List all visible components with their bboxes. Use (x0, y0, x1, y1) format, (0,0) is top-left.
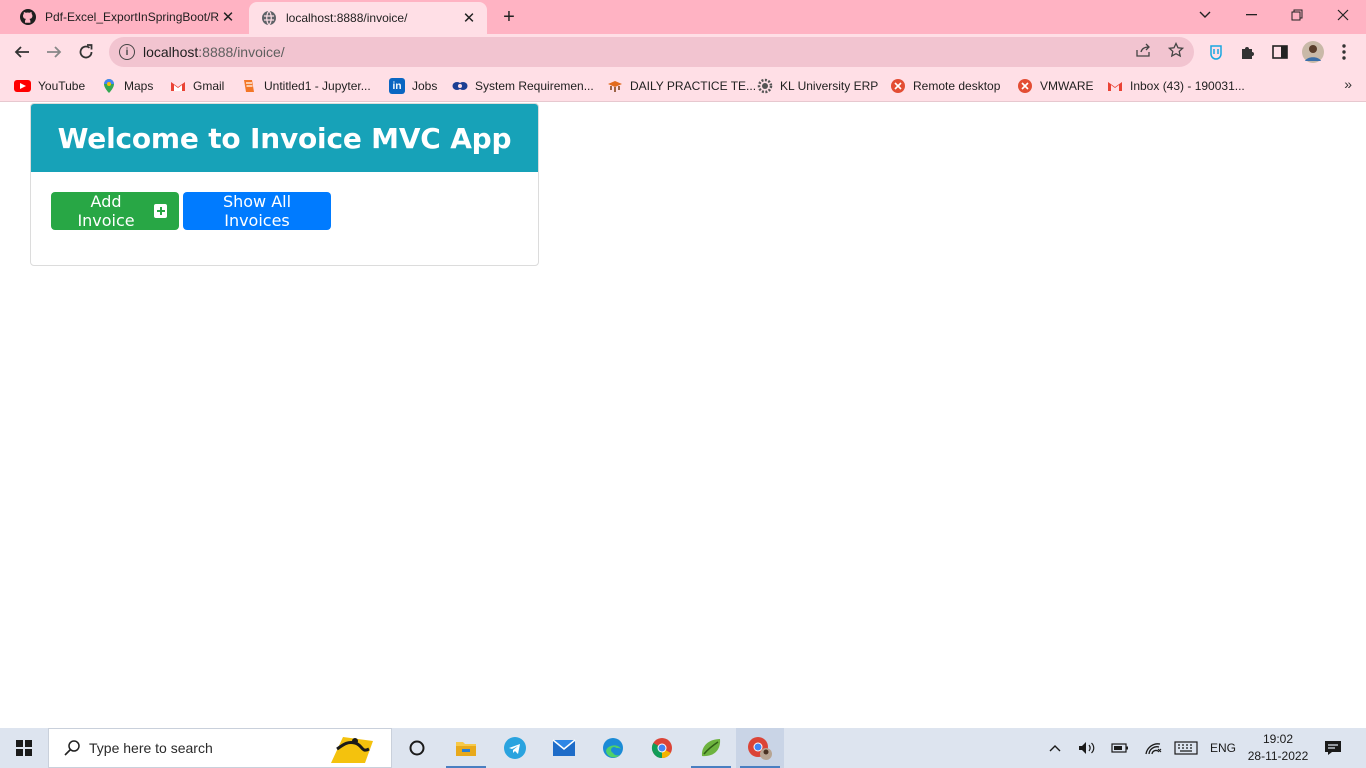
menu-kebab-icon[interactable] (1334, 42, 1354, 62)
spring-leaf-icon (701, 739, 721, 757)
taskbar-search[interactable] (48, 728, 392, 768)
taskbar-telegram[interactable] (491, 728, 539, 768)
bookmark-jobs[interactable]: in Jobs (389, 76, 437, 96)
profile-avatar-icon[interactable] (1301, 40, 1325, 64)
close-tab-icon[interactable]: ✕ (461, 10, 477, 27)
minimize-icon[interactable] (1228, 0, 1274, 30)
add-invoice-button[interactable]: Add Invoice (51, 192, 179, 230)
battery-icon[interactable] (1108, 728, 1132, 768)
mail-icon (552, 739, 576, 756)
touch-keyboard-icon[interactable] (1172, 728, 1200, 768)
page-viewport: Welcome to Invoice MVC App Add Invoice S… (0, 103, 1366, 728)
tab-search-chevron-icon[interactable] (1182, 0, 1228, 30)
gmail-icon (1108, 82, 1122, 91)
browser-tabstrip: Pdf-Excel_ExportInSpringBoot/RE ✕ localh… (0, 0, 1366, 34)
chrome-profile-icon (748, 737, 772, 760)
tray-overflow-chevron-icon[interactable] (1044, 728, 1066, 768)
bookmark-icon (452, 82, 468, 90)
tab-title: localhost:8888/invoice/ (286, 11, 408, 25)
bookmark-youtube[interactable]: YouTube (14, 76, 85, 96)
taskbar-chrome-profile[interactable] (736, 728, 784, 768)
wifi-icon[interactable] (1141, 728, 1165, 768)
window-close-icon[interactable] (1320, 0, 1366, 30)
task-view-icon (409, 740, 425, 756)
address-url: localhost:8888/invoice/ (143, 44, 285, 60)
bookmark-vmware[interactable]: VMWARE (1017, 76, 1094, 96)
share-icon[interactable] (1135, 41, 1153, 59)
remote-icon (1018, 79, 1032, 93)
bookmarks-overflow-icon[interactable]: » (1344, 76, 1352, 92)
search-icon (64, 740, 80, 756)
side-panel-icon[interactable] (1270, 42, 1290, 62)
forward-arrow-icon[interactable] (40, 38, 68, 66)
bookmark-system-requirements[interactable]: System Requiremen... (452, 76, 594, 96)
github-icon (20, 9, 36, 25)
address-bar[interactable]: i localhost:8888/invoice/ (109, 37, 1194, 67)
reload-icon[interactable] (72, 38, 100, 66)
add-invoice-label: Add Invoice (77, 192, 135, 230)
gear-icon (757, 78, 773, 94)
back-arrow-icon[interactable] (8, 38, 36, 66)
volume-icon[interactable] (1075, 728, 1099, 768)
taskbar-search-input[interactable] (89, 740, 309, 756)
linkedin-icon: in (389, 78, 405, 94)
bookmark-inbox[interactable]: Inbox (43) - 190031... (1107, 76, 1245, 96)
bookmark-maps[interactable]: Maps (101, 76, 153, 96)
edge-icon (603, 738, 623, 758)
taskbar-edge[interactable] (589, 728, 637, 768)
browser-toolbar: i localhost:8888/invoice/ (0, 34, 1366, 70)
gmail-icon (171, 82, 185, 91)
bookmark-remote-desktop[interactable]: Remote desktop (890, 76, 1000, 96)
tab-title: Pdf-Excel_ExportInSpringBoot/RE (45, 10, 220, 24)
tab-invoice[interactable]: localhost:8888/invoice/ ✕ (249, 2, 487, 34)
site-info-icon[interactable]: i (119, 44, 135, 60)
telegram-icon (504, 737, 526, 759)
bookmark-kl-erp[interactable]: KL University ERP (757, 76, 878, 96)
folder-icon (456, 742, 476, 756)
jupyter-icon (244, 80, 254, 92)
input-language[interactable]: ENG (1206, 728, 1240, 768)
windows-taskbar: ENG 19:02 28-11-2022 (0, 728, 1366, 768)
bookmarks-bar: YouTube Maps Gmail Untitled1 - Jupyter..… (0, 70, 1366, 102)
taskbar-mail[interactable] (540, 728, 588, 768)
taskbar-file-explorer[interactable] (442, 728, 490, 768)
bookmark-star-icon[interactable] (1167, 41, 1185, 59)
extensions-puzzle-icon[interactable] (1238, 42, 1258, 62)
taskbar-clock[interactable]: 19:02 28-11-2022 (1240, 731, 1316, 765)
card-header: Welcome to Invoice MVC App (31, 104, 538, 172)
clock-time: 19:02 (1262, 732, 1294, 746)
youtube-icon (14, 80, 31, 92)
close-tab-icon[interactable]: ✕ (220, 9, 236, 26)
windows-logo-icon (16, 740, 32, 756)
card-body: Add Invoice Show All Invoices (31, 172, 538, 250)
tab-github[interactable]: Pdf-Excel_ExportInSpringBoot/RE ✕ (8, 0, 246, 34)
restore-icon[interactable] (1274, 0, 1320, 30)
bookmark-gmail[interactable]: Gmail (170, 76, 224, 96)
taskbar-chrome[interactable] (638, 728, 686, 768)
extension-shield-icon[interactable] (1206, 42, 1226, 62)
plus-square-icon (154, 204, 167, 218)
start-button[interactable] (0, 728, 48, 768)
remote-icon (891, 79, 905, 93)
maps-icon (104, 79, 114, 93)
clock-date: 28-11-2022 (1247, 749, 1309, 763)
invoice-card: Welcome to Invoice MVC App Add Invoice S… (30, 103, 539, 266)
globe-icon (262, 10, 276, 26)
bookmark-icon (608, 81, 622, 92)
new-tab-icon[interactable]: + (497, 5, 521, 29)
page-title: Welcome to Invoice MVC App (57, 121, 512, 155)
chrome-icon (651, 738, 672, 759)
bookmark-daily-practice[interactable]: DAILY PRACTICE TE... (607, 76, 756, 96)
bookmark-jupyter[interactable]: Untitled1 - Jupyter... (241, 76, 371, 96)
show-all-invoices-button[interactable]: Show All Invoices (183, 192, 331, 230)
search-highlight-art-icon (331, 737, 373, 763)
task-view-button[interactable] (393, 728, 441, 768)
notifications-icon[interactable] (1318, 728, 1348, 768)
taskbar-spring-tool-suite[interactable] (687, 728, 735, 768)
